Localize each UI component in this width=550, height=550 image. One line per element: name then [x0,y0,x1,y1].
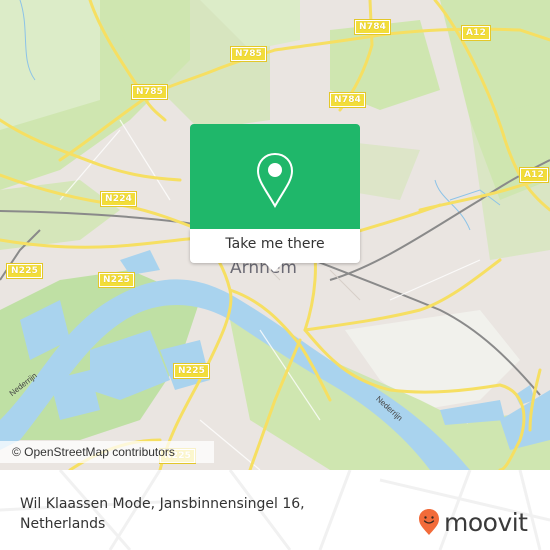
moovit-pin-icon [419,509,439,535]
road-shield-n784: N784 [328,92,367,108]
road-shield-n784: N784 [353,19,392,35]
location-pin-icon [256,152,294,209]
road-shield-n225: N225 [97,272,136,288]
road-shield-n225: N225 [5,263,44,279]
map-attribution[interactable]: © OpenStreetMap contributors [0,441,214,463]
popup-pointer [265,263,283,272]
location-popup[interactable]: Take me there [190,124,360,272]
road-shield-a12: A12 [518,167,550,183]
moovit-logo[interactable]: moovit [418,504,528,540]
address-text: Wil Klaassen Mode, Jansbinnensingel 16, … [20,494,380,534]
popup-header[interactable] [190,124,360,229]
moovit-wordmark: moovit [444,507,528,537]
road-shield-n225: N225 [172,363,211,379]
road-shield-n224: N224 [99,191,138,207]
address-line-1: Wil Klaassen Mode, Jansbinnensingel 16, [20,496,305,512]
road-shield-n785: N785 [130,84,169,100]
road-shield-n785: N785 [229,46,268,62]
address-line-2: Netherlands [20,516,106,532]
road-shield-a12: A12 [460,25,492,41]
take-me-there-button[interactable]: Take me there [190,229,360,263]
